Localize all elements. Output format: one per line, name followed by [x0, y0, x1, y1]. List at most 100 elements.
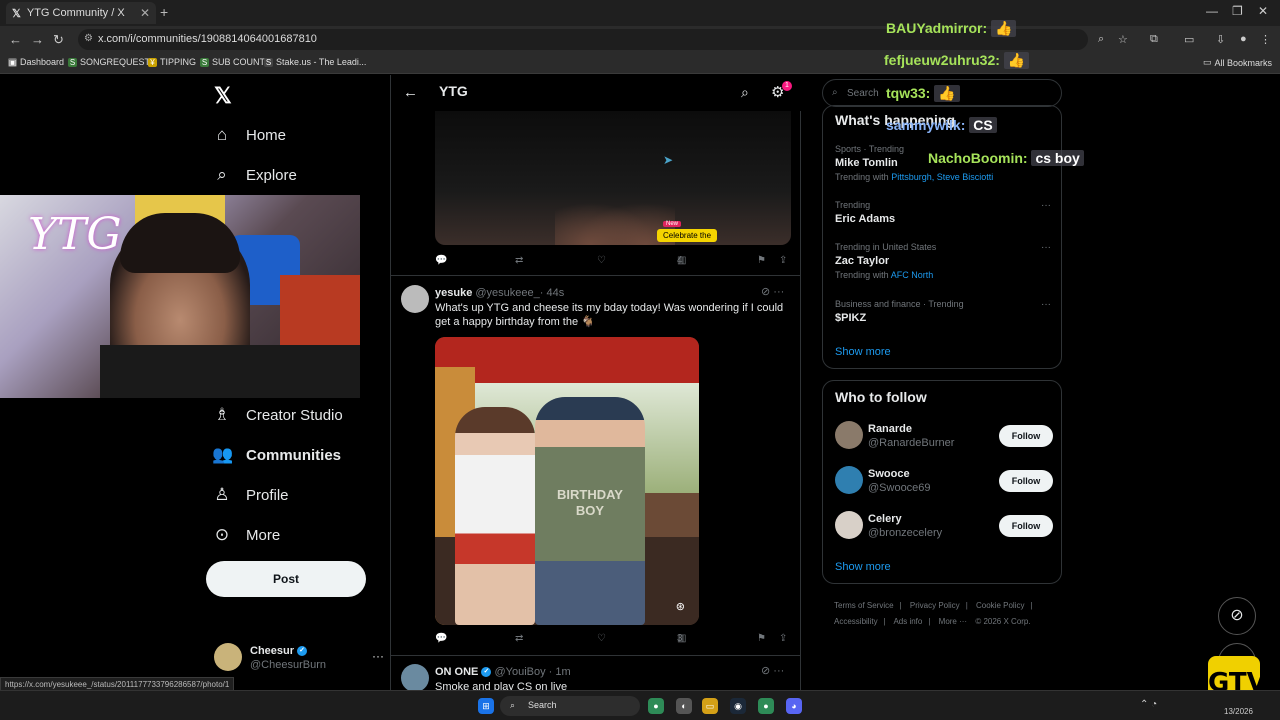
more-dots-icon[interactable]: ···	[773, 286, 784, 298]
nav-communities[interactable]: 👥 Communities	[212, 445, 341, 465]
follow-handle: @Swooce69	[868, 482, 931, 494]
more-dots-icon[interactable]: ···	[1041, 200, 1051, 211]
taskbar-search-label: Search	[528, 700, 557, 710]
follow-suggestion[interactable]: Swooce @Swooce69 Follow	[835, 466, 1053, 496]
new-tab-button[interactable]: +	[160, 4, 168, 20]
close-window-icon[interactable]: ✕	[1258, 4, 1268, 18]
repost-icon[interactable]: ⇄	[515, 633, 523, 644]
tweet-time: · 44s	[539, 287, 565, 299]
chrome-icon[interactable]: ●	[648, 698, 664, 714]
grok-float-icon[interactable]: ⊘	[1218, 597, 1256, 635]
download-icon[interactable]: ⇩	[1216, 33, 1225, 46]
tweet-menu[interactable]: ⊘ ···	[761, 664, 784, 677]
grok-icon[interactable]: ⊘	[761, 286, 770, 298]
bookmark-tipping[interactable]: ¥ TIPPING	[148, 57, 196, 67]
file-explorer-icon[interactable]: ▭	[702, 698, 718, 714]
bookmark-songrequests[interactable]: S SONGREQUESTS	[68, 57, 156, 67]
show-more-link[interactable]: Show more	[835, 561, 891, 573]
bookmark-star-icon[interactable]: ☆	[1118, 33, 1128, 46]
like-icon[interactable]: ♡	[597, 255, 606, 266]
footer-link[interactable]: More ···	[939, 617, 967, 626]
more-dots-icon[interactable]: ···	[372, 649, 384, 663]
post-media-video[interactable]: ➤ New Celebrate the	[435, 111, 791, 245]
trend-title: Eric Adams	[835, 213, 896, 225]
x-logo-icon[interactable]: 𝕏	[214, 83, 232, 109]
reload-icon[interactable]: ↻	[53, 32, 64, 48]
chevron-up-icon[interactable]: ⌃	[1140, 699, 1148, 710]
profile-avatar-icon[interactable]: ●	[1240, 33, 1247, 45]
bookmark-icon[interactable]: ⚑	[757, 255, 766, 266]
back-icon[interactable]: ←	[9, 32, 22, 47]
forward-icon[interactable]: →	[31, 32, 44, 47]
maximize-icon[interactable]: ❐	[1232, 4, 1243, 18]
bookmark-dashboard[interactable]: ▣ Dashboard	[8, 57, 64, 67]
bookmark-icon[interactable]: ⚑	[757, 633, 766, 644]
nav-profile[interactable]: ♙ Profile	[212, 485, 288, 505]
like-icon[interactable]: ♡	[597, 633, 606, 644]
share-icon[interactable]: ⇪	[779, 633, 787, 644]
windows-start-icon[interactable]: ⊞	[478, 698, 494, 714]
more-dots-icon[interactable]: ···	[1041, 299, 1051, 310]
follow-button[interactable]: Follow	[999, 470, 1053, 492]
reply-icon[interactable]: 💬	[435, 633, 447, 644]
taskbar-search[interactable]: ⌕ Search	[500, 696, 640, 716]
share-icon[interactable]: ⇪	[779, 255, 787, 266]
back-arrow-icon[interactable]: ←	[403, 84, 418, 101]
post-button[interactable]: Post	[206, 561, 366, 597]
trend-links[interactable]: AFC North	[891, 270, 934, 280]
zoom-icon[interactable]: ⌕	[1098, 33, 1104, 46]
follow-button[interactable]: Follow	[999, 515, 1053, 537]
reply-icon[interactable]: 💬	[435, 255, 447, 266]
follow-handle: @RanardeBurner	[868, 437, 955, 449]
avatar[interactable]	[401, 664, 429, 690]
search-icon[interactable]: ⌕	[741, 84, 749, 101]
minimize-icon[interactable]: —	[1206, 4, 1218, 18]
trend-item[interactable]: Business and finance · Trending $PIKZ ··…	[835, 299, 1051, 324]
trend-item[interactable]: Trending in United States Zac Taylor Tre…	[835, 242, 1051, 280]
footer-link[interactable]: Privacy Policy	[910, 601, 960, 610]
repost-icon[interactable]: ⇄	[515, 255, 523, 266]
account-switcher[interactable]: Cheesur ✓ @CheesurBurn ···	[214, 643, 384, 675]
menu-icon[interactable]: ⋮	[1260, 33, 1271, 46]
footer-link[interactable]: Terms of Service	[834, 601, 894, 610]
nav-more[interactable]: ⊙ More	[212, 525, 280, 545]
bookmark-label: Stake.us - The Leadi...	[276, 57, 367, 67]
grok-icon[interactable]: ⊘	[761, 665, 770, 677]
close-tab-icon[interactable]: ✕	[140, 6, 150, 20]
show-more-link[interactable]: Show more	[835, 346, 891, 358]
follow-suggestion[interactable]: Ranarde @RanardeBurner Follow	[835, 421, 1053, 451]
nav-home[interactable]: ⌂ Home	[212, 125, 286, 145]
tweet-photo[interactable]: BIRTHDAY BOY ⊛	[435, 337, 699, 625]
footer-sep: |	[899, 601, 902, 610]
alt-text-icon[interactable]: ⊛	[676, 600, 685, 613]
bookmark-sub-count[interactable]: S SUB COUNT	[200, 57, 265, 67]
right-sidebar: ⌕ Search What's happening Sports · Trend…	[822, 75, 1063, 690]
chrome-profile-icon[interactable]: ●	[758, 698, 774, 714]
tweet-menu[interactable]: ⊘ ···	[761, 285, 784, 298]
footer-link[interactable]: Accessibility	[834, 617, 878, 626]
trend-item[interactable]: Trending Eric Adams ···	[835, 200, 1051, 225]
tweet[interactable]: ON ONE ✓ @YouiBoy · 1m ⊘ ··· Smoke and pl…	[391, 664, 801, 690]
more-dots-icon[interactable]: ···	[1041, 242, 1051, 253]
system-tray[interactable]: ⌃ ◔	[1140, 699, 1157, 710]
more-dots-icon[interactable]: ···	[773, 665, 784, 677]
chat-message: BAUYadmirror: 👍	[886, 20, 1017, 37]
follow-button[interactable]: Follow	[999, 425, 1053, 447]
follow-suggestion[interactable]: Celery @bronzecelery Follow	[835, 511, 1053, 541]
extensions-icon[interactable]: ⧉	[1150, 33, 1158, 46]
browser-tab[interactable]: 𝕏 YTG Community / X ✕	[6, 2, 156, 24]
footer-link[interactable]: Cookie Policy	[976, 601, 1024, 610]
trend-links[interactable]: Pittsburgh, Steve Bisciotti	[891, 172, 993, 182]
nav-explore[interactable]: ⌕ Explore	[212, 165, 297, 185]
site-info-icon[interactable]: ⚙	[84, 33, 93, 44]
footer-link[interactable]: Ads info	[893, 617, 922, 626]
follow-handle: @bronzecelery	[868, 527, 943, 539]
bookmark-stake[interactable]: S Stake.us - The Leadi...	[264, 57, 366, 67]
avatar[interactable]	[401, 285, 429, 313]
sidebar-icon[interactable]: ▭	[1184, 33, 1194, 46]
nav-creator-studio[interactable]: ♗ Creator Studio	[212, 405, 342, 425]
all-bookmarks[interactable]: ▭ All Bookmarks	[1203, 57, 1272, 68]
steam-icon[interactable]: ◉	[730, 698, 746, 714]
discord-icon[interactable]: ◕	[786, 698, 802, 714]
app-icon[interactable]: ◐	[676, 698, 692, 714]
